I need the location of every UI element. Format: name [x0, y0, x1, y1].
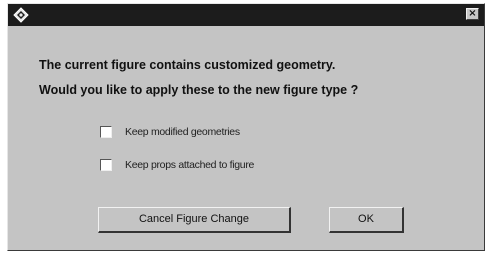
keep-props-checkbox[interactable]: [100, 159, 112, 171]
title-bar[interactable]: ×: [8, 4, 484, 26]
close-icon: ×: [468, 8, 477, 19]
keep-geometries-label: Keep modified geometries: [125, 126, 240, 138]
keep-geometries-checkbox[interactable]: [100, 126, 112, 138]
message-line-1: The current figure contains customized g…: [39, 58, 336, 72]
ok-button[interactable]: OK: [329, 207, 404, 233]
dialog-window: × The current figure contains customized…: [7, 3, 485, 251]
message-line-2: Would you like to apply these to the new…: [39, 83, 359, 97]
app-icon: [13, 7, 29, 23]
keep-props-label: Keep props attached to figure: [125, 159, 255, 171]
keep-geometries-option[interactable]: Keep modified geometries: [100, 125, 240, 139]
keep-props-option[interactable]: Keep props attached to figure: [100, 158, 254, 172]
cancel-figure-change-button[interactable]: Cancel Figure Change: [98, 207, 291, 233]
close-button[interactable]: ×: [466, 8, 479, 20]
